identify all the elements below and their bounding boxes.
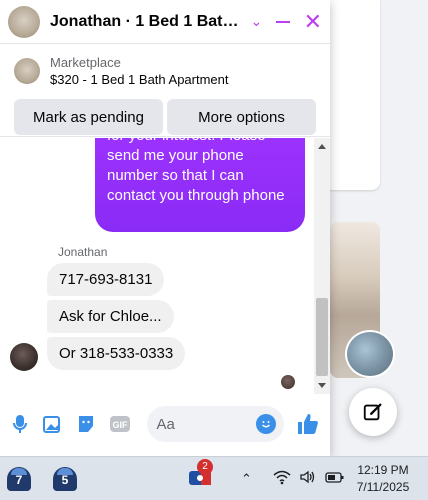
taskbar-app-5[interactable]: 5 — [50, 463, 80, 493]
chat-title[interactable]: Jonathan · 1 Bed 1 Bath Ap... — [50, 13, 245, 31]
message-list: for your interest. Please send me your p… — [0, 138, 314, 394]
compose-icon — [363, 403, 382, 421]
system-tray — [273, 469, 345, 485]
message-composer: GIF Aa — [0, 398, 330, 450]
microphone-icon[interactable] — [10, 413, 31, 435]
sender-avatar[interactable] — [10, 343, 38, 371]
close-icon[interactable]: ✕ — [304, 10, 322, 33]
speaker-icon[interactable] — [299, 469, 317, 485]
photo-thumbnail-avatar[interactable] — [345, 330, 395, 378]
chat-header[interactable]: Jonathan · 1 Bed 1 Bath Ap... ⌄ ✕ — [0, 0, 330, 44]
photo-icon[interactable] — [43, 413, 64, 435]
new-message-button[interactable] — [349, 388, 397, 436]
mark-as-pending-button[interactable]: Mark as pending — [14, 99, 163, 135]
gif-icon[interactable]: GIF — [109, 413, 131, 435]
listing-avatar[interactable] — [8, 5, 40, 38]
battery-icon[interactable] — [325, 469, 345, 485]
incoming-message: 717-693-8131 — [47, 263, 165, 296]
emoji-icon[interactable] — [256, 414, 276, 434]
scroll-up-arrow-icon[interactable] — [318, 144, 326, 149]
clock-date: 7/11/2025 — [356, 480, 410, 494]
incoming-message: Ask for Chloe... — [47, 300, 174, 333]
sticker-icon[interactable] — [76, 413, 97, 435]
message-input-placeholder: Aa — [156, 415, 175, 433]
thumbs-up-icon[interactable] — [296, 412, 320, 436]
clock[interactable]: 12:19 PM 7/11/2025 — [346, 462, 420, 496]
marketplace-banner: Marketplace $320 - 1 Bed 1 Bath Apartmen… — [0, 45, 330, 137]
notification-badge: 2 — [197, 459, 213, 475]
sender-name: Jonathan — [58, 245, 108, 259]
listing-title[interactable]: $320 - 1 Bed 1 Bath Apartment — [50, 72, 229, 87]
background-card — [330, 0, 380, 190]
message-scrollbar[interactable] — [314, 138, 330, 394]
taskbar-app-7[interactable]: 7 — [4, 463, 34, 493]
read-receipt-avatar — [281, 375, 295, 389]
chevron-down-icon[interactable]: ⌄ — [251, 13, 263, 30]
taskbar-app-label: 7 — [15, 473, 23, 487]
more-options-button[interactable]: More options — [167, 99, 316, 135]
clock-time: 12:19 PM — [357, 463, 409, 477]
message-input[interactable]: Aa — [146, 406, 284, 442]
outgoing-message: for your interest. Please send me your p… — [95, 138, 305, 232]
chat-window: Jonathan · 1 Bed 1 Bath Ap... ⌄ ✕ Market… — [0, 0, 330, 456]
scroll-down-arrow-icon[interactable] — [318, 383, 326, 388]
listing-thumbnail[interactable] — [14, 58, 40, 84]
minimize-icon[interactable] — [276, 20, 290, 23]
marketplace-label: Marketplace — [50, 55, 121, 70]
taskbar-app-label: 5 — [61, 473, 69, 487]
scrollbar-thumb[interactable] — [316, 298, 328, 376]
svg-text:GIF: GIF — [112, 420, 128, 430]
show-hidden-icons-chevron-icon[interactable]: ⌃ — [241, 471, 252, 487]
wifi-icon[interactable] — [273, 469, 291, 485]
taskbar: 7 5 ⌃ 12:19 PM 7/11/2025 — [0, 456, 428, 500]
incoming-message: Or 318-533-0333 — [47, 337, 186, 370]
